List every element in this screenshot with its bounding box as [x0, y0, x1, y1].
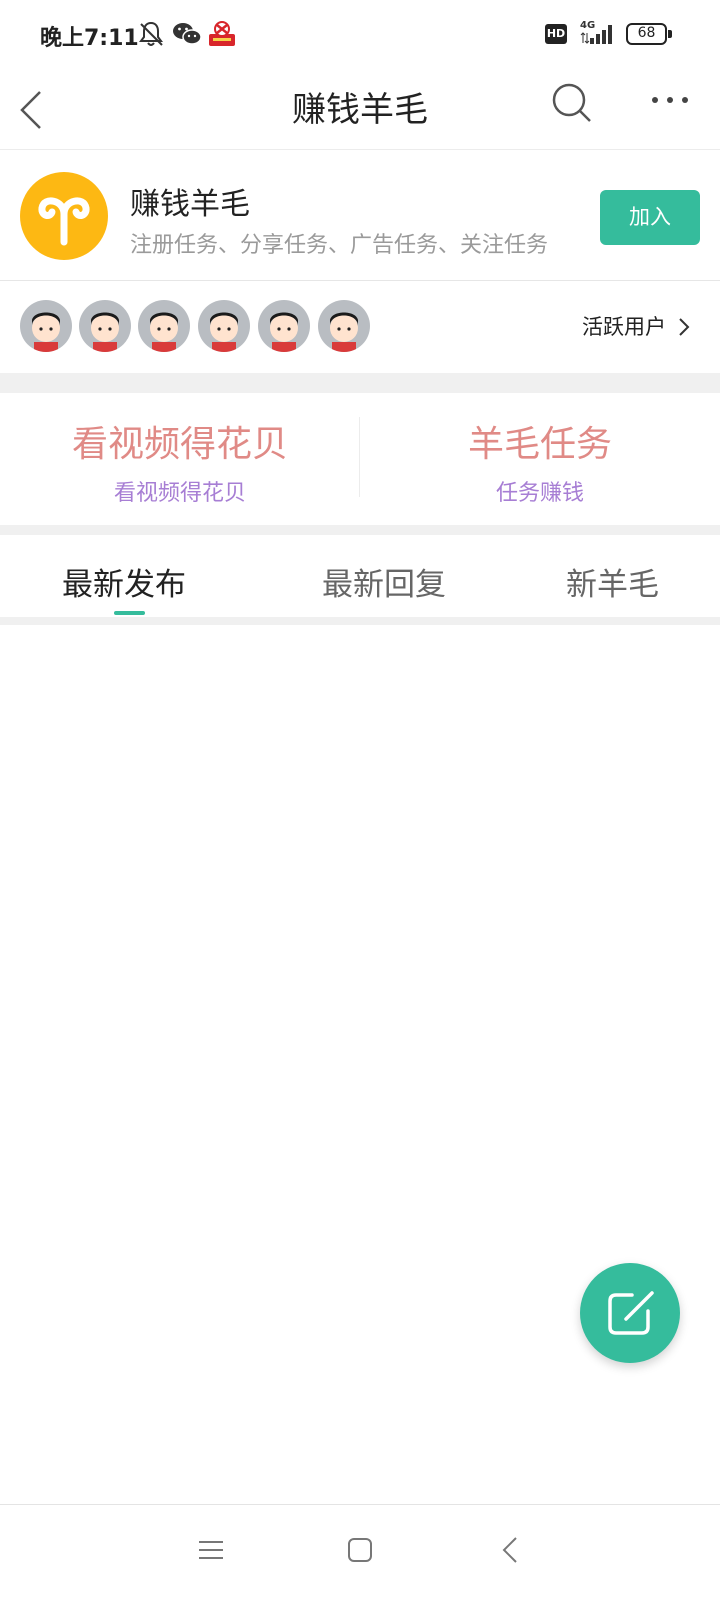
feature-entries: 看视频得花贝 看视频得花贝 羊毛任务 任务赚钱	[0, 393, 720, 525]
aries-icon	[38, 197, 90, 246]
menu-icon[interactable]	[196, 1535, 226, 1565]
home-square-icon[interactable]	[345, 1535, 375, 1565]
avatar[interactable]	[258, 300, 310, 352]
avatar[interactable]	[318, 300, 370, 352]
search-icon[interactable]	[550, 78, 594, 128]
tab-latest-replies[interactable]: 最新回复	[322, 559, 446, 604]
avatar[interactable]	[138, 300, 190, 352]
avatar[interactable]	[198, 300, 250, 352]
join-button[interactable]: 加入	[600, 190, 700, 245]
avatar[interactable]	[79, 300, 131, 352]
feature-wool-tasks[interactable]: 羊毛任务 任务赚钱	[360, 393, 720, 525]
tab-latest-posts[interactable]: 最新发布	[62, 559, 186, 604]
chevron-left-icon[interactable]	[16, 80, 46, 140]
section-divider	[0, 373, 720, 393]
section-divider	[0, 525, 720, 535]
system-navigation-bar	[0, 1504, 720, 1600]
feature-watch-video[interactable]: 看视频得花贝 看视频得花贝	[0, 393, 360, 525]
svg-text:4G: 4G	[580, 20, 595, 31]
tab-active-indicator	[114, 611, 145, 615]
active-users-link[interactable]: 活跃用户	[582, 311, 666, 341]
page-title: 赚钱羊毛	[292, 90, 428, 130]
feature-subtitle: 看视频得花贝	[113, 481, 246, 506]
section-divider	[0, 617, 720, 625]
avatar[interactable]	[20, 300, 72, 352]
wechat-icon	[173, 23, 202, 45]
group-name: 赚钱羊毛	[130, 187, 250, 222]
navigation-bar: 赚钱羊毛	[0, 70, 720, 150]
post-list-empty	[0, 625, 720, 1504]
tab-new-wool[interactable]: 新羊毛	[566, 559, 659, 604]
4g-signal-icon: 4G	[580, 20, 612, 44]
chevron-right-icon[interactable]	[677, 316, 691, 338]
tab-bar: 最新发布 最新回复 新羊毛	[0, 535, 720, 617]
battery-tip	[668, 30, 672, 38]
group-header: 赚钱羊毛 注册任务、分享任务、广告任务、关注任务 加入	[0, 151, 720, 281]
battery-indicator: 68	[626, 23, 672, 45]
hd-icon: HD	[545, 24, 567, 44]
status-bar: 晚上7:11 HD 4G 68	[0, 0, 720, 70]
feature-title: 看视频得花贝	[71, 424, 288, 465]
feature-title: 羊毛任务	[467, 424, 612, 465]
more-horizontal-icon[interactable]	[650, 90, 690, 110]
battery-level: 68	[626, 23, 667, 45]
group-logo	[20, 172, 108, 260]
back-icon[interactable]	[496, 1535, 526, 1565]
compose-button[interactable]	[580, 1263, 680, 1363]
mute-bell-icon	[139, 21, 163, 46]
app-notification-icon	[209, 21, 235, 46]
status-time: 晚上7:11	[40, 26, 139, 51]
group-description: 注册任务、分享任务、广告任务、关注任务	[130, 233, 549, 258]
feature-subtitle: 任务赚钱	[495, 481, 584, 506]
active-users-row[interactable]: 活跃用户	[0, 281, 720, 373]
compose-icon	[608, 1291, 654, 1335]
